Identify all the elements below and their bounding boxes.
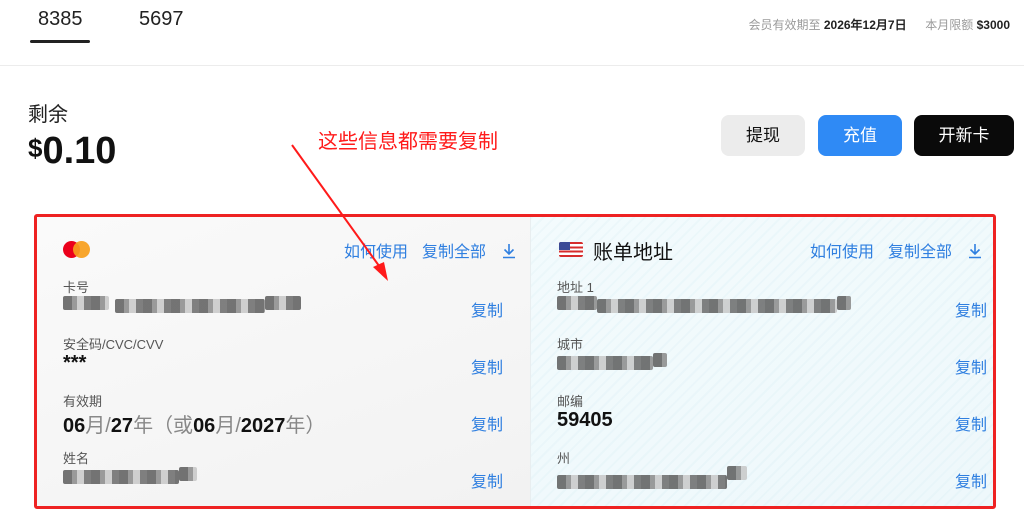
state-label: 州 <box>557 451 571 466</box>
copy-cvc-button[interactable]: 复制 <box>471 354 503 378</box>
name-label: 姓名 <box>63 451 90 466</box>
copy-state-button[interactable]: 复制 <box>955 468 987 492</box>
city-field: 城市 k 复制 <box>557 334 987 384</box>
tab-card-8385[interactable]: 8385 <box>38 8 83 31</box>
cvc-field: 安全码/CVC/CVV *** 复制 <box>63 334 503 384</box>
billing-header-links: 如何使用 复制全部 <box>796 238 982 262</box>
recharge-button[interactable]: 充值 <box>818 115 902 156</box>
top-bar: 8385 5697 会员有效期至 2026年12月7日 本月限额 $3000 <box>0 0 1024 66</box>
annotation-text: 这些信息都需要复制 <box>318 131 498 153</box>
billing-copy-all-link[interactable]: 复制全部 <box>888 244 952 261</box>
new-card-button[interactable]: 开新卡 <box>914 115 1014 156</box>
membership-info: 会员有效期至 2026年12月7日 本月限额 $3000 <box>749 16 1011 33</box>
city-value: k <box>557 352 667 375</box>
copy-city-button[interactable]: 复制 <box>955 354 987 378</box>
expiry-label: 会员有效期至 <box>748 18 821 32</box>
zip-label: 邮编 <box>557 394 584 409</box>
address-label: 地址 1 <box>557 280 594 295</box>
expiry-label: 有效期 <box>63 394 103 409</box>
card-copy-all-link[interactable]: 复制全部 <box>422 244 486 261</box>
card-details-box: 如何使用复制全部 卡号 5500 305 复制 安全码/CVC/CVV *** … <box>34 214 996 509</box>
tab-card-5697[interactable]: 5697 <box>139 8 184 31</box>
zip-value: 59405 <box>557 409 613 431</box>
card-number-label: 卡号 <box>63 280 90 295</box>
copy-card-number-button[interactable]: 复制 <box>471 297 503 321</box>
billing-title: 账单地址 <box>593 242 673 264</box>
limit-label: 本月限额 <box>925 18 974 32</box>
balance-amount: $0.10 <box>28 130 116 173</box>
copy-address-button[interactable]: 复制 <box>955 297 987 321</box>
name-value: n <box>63 466 197 489</box>
card-info-panel: 如何使用复制全部 卡号 5500 305 复制 安全码/CVC/CVV *** … <box>37 217 530 506</box>
withdraw-button[interactable]: 提现 <box>721 115 805 156</box>
active-tab-indicator <box>30 40 90 43</box>
cvc-label: 安全码/CVC/CVV <box>63 337 164 352</box>
download-icon[interactable] <box>968 243 982 259</box>
us-flag-icon <box>559 242 583 257</box>
address-value: 115t <box>557 295 851 318</box>
limit-value: $3000 <box>976 18 1010 32</box>
copy-expiry-button[interactable]: 复制 <box>471 411 503 435</box>
card-header-links: 如何使用 复制全部 <box>330 238 516 262</box>
zip-field: 邮编 59405 复制 <box>557 391 987 441</box>
name-field: 姓名 n 复制 <box>63 448 503 498</box>
billing-how-to-use-link[interactable]: 如何使用 <box>810 244 874 261</box>
card-panel-header: 如何使用 复制全部 <box>37 233 530 261</box>
expiry-value: 06月/27年（或06月/2027年） <box>63 415 326 437</box>
balance-label: 剩余 <box>28 104 68 126</box>
state-value: 州 <box>557 466 747 494</box>
currency-symbol: $ <box>28 133 43 163</box>
card-number-field: 卡号 5500 305 复制 <box>63 277 503 327</box>
mastercard-icon <box>63 241 93 259</box>
copy-name-button[interactable]: 复制 <box>471 468 503 492</box>
cvc-value: *** <box>63 352 87 374</box>
billing-address-panel: 账单地址 如何使用复制全部 地址 1 115t 复制 城市 k 复制 邮编 59… <box>530 217 993 506</box>
download-icon[interactable] <box>502 243 516 259</box>
expiry-field: 有效期 06月/27年（或06月/2027年） 复制 <box>63 391 503 441</box>
city-label: 城市 <box>557 337 584 352</box>
billing-panel-header: 账单地址 如何使用 复制全部 <box>531 233 993 264</box>
copy-zip-button[interactable]: 复制 <box>955 411 987 435</box>
card-number-value: 5500 305 <box>63 295 301 318</box>
expiry-value: 2026年12月7日 <box>823 18 907 32</box>
state-field: 州 州 复制 <box>557 448 987 498</box>
card-how-to-use-link[interactable]: 如何使用 <box>344 244 408 261</box>
balance-value: 0.10 <box>42 130 117 172</box>
address-field: 地址 1 115t 复制 <box>557 277 987 327</box>
